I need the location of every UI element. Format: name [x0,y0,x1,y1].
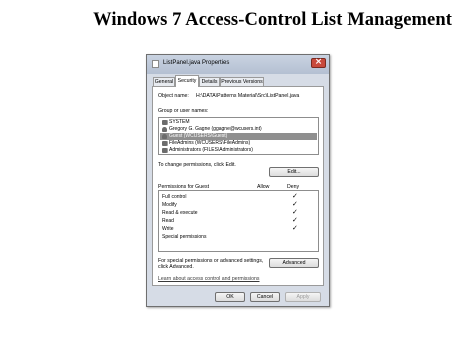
close-button[interactable]: × [311,57,326,68]
user-name: Guest (WCUSERS\Guest) [169,133,228,139]
properties-dialog: ListPanel.java Properties × General Secu… [146,54,330,307]
user-name: FileAdmins (WCUSERS\FileAdmins) [169,140,251,146]
list-item-selected[interactable]: Guest (WCUSERS\Guest) [160,133,317,140]
security-panel: Object name: H:\DATA\Patterns Material\S… [152,86,324,286]
tab-security[interactable]: Security [175,75,199,87]
close-icon: × [314,57,323,67]
user-name: SYSTEM [169,119,190,125]
ok-button[interactable]: OK [215,292,245,302]
file-icon [152,60,159,68]
object-name-label: Object name: [158,93,189,99]
tab-details[interactable]: Details [199,77,220,86]
tab-previous-versions[interactable]: Previous Versions [220,77,264,86]
user-name: Gregory G. Gagne (ggagne@wcusers.int) [169,126,262,132]
users-list[interactable]: SYSTEM Gregory G. Gagne (ggagne@wcusers.… [158,117,319,155]
special-permissions-text-2: click Advanced. [158,264,194,270]
permission-name: Write [162,226,174,232]
title-bar[interactable]: ListPanel.java Properties × [147,55,329,74]
object-name-value: H:\DATA\Patterns Material\Src\ListPanel.… [196,93,300,99]
deny-check-icon: ✓ [292,216,298,224]
deny-check-icon: ✓ [292,200,298,208]
list-item[interactable]: FileAdmins (WCUSERS\FileAdmins) [160,140,317,147]
learn-more-link[interactable]: Learn about access control and permissio… [158,276,260,282]
permission-row: Write ✓ [159,225,318,233]
list-item[interactable]: Gregory G. Gagne (ggagne@wcusers.int) [160,126,317,133]
group-label: Group or user names: [158,108,209,114]
deny-check-icon: ✓ [292,192,298,200]
user-name: Administrators (FILES\Administrators) [169,147,253,153]
group-icon [162,120,167,125]
tab-general[interactable]: General [153,77,175,86]
permission-name: Read [162,218,174,224]
list-item[interactable]: SYSTEM [160,119,317,126]
advanced-button[interactable]: Advanced [269,258,319,268]
window-title: ListPanel.java Properties [163,60,230,66]
deny-check-icon: ✓ [292,224,298,232]
permission-name: Read & execute [162,210,198,216]
list-item[interactable]: Administrators (FILES\Administrators) [160,147,317,154]
permission-row: Special permissions [159,233,318,241]
deny-check-icon: ✓ [292,208,298,216]
edit-button[interactable]: Edit... [269,167,319,177]
permissions-list: Full control ✓ Modify ✓ Read & execute ✓… [158,190,319,252]
group-icon [162,148,167,153]
apply-button[interactable]: Apply [285,292,321,302]
group-icon [162,141,167,146]
change-permissions-text: To change permissions, click Edit. [158,162,236,168]
slide-title: Windows 7 Access-Control List Management [93,10,452,30]
permission-name: Modify [162,202,177,208]
person-icon [162,127,167,132]
cancel-button[interactable]: Cancel [250,292,280,302]
permission-name: Full control [162,194,187,200]
permission-name: Special permissions [162,234,207,240]
person-icon [162,134,167,139]
